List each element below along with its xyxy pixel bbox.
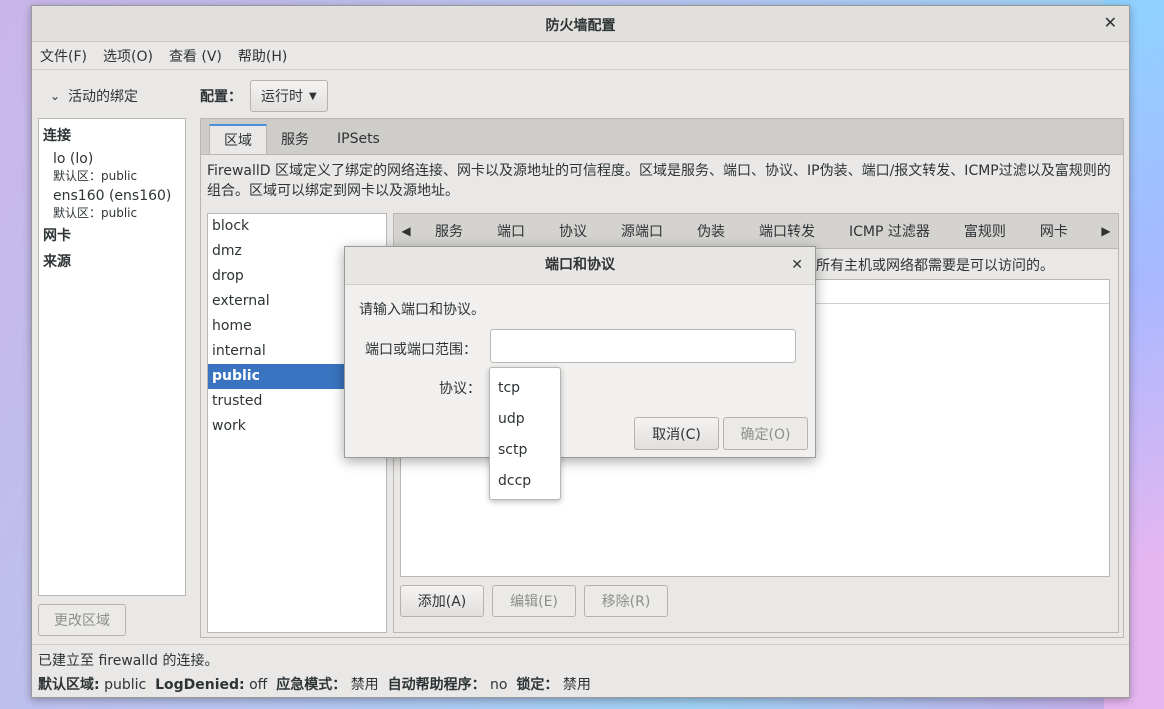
subtab-masquerade[interactable]: 伪装 bbox=[680, 221, 742, 241]
subtab-interfaces[interactable]: 网卡 bbox=[1023, 221, 1085, 241]
sources-header[interactable]: 来源 bbox=[43, 251, 181, 271]
active-bindings-panel: ⌄ 活动的绑定 连接 lo (lo) 默认区：public ens160 (en… bbox=[38, 78, 194, 638]
protocol-option-tcp[interactable]: tcp bbox=[490, 373, 560, 404]
remove-button[interactable]: 移除(R) bbox=[584, 585, 668, 617]
protocol-label: 协议： bbox=[439, 381, 481, 397]
protocol-dropdown-menu: tcp udp sctp dccp bbox=[489, 367, 561, 500]
config-value: 运行时 bbox=[261, 89, 303, 105]
menu-file[interactable]: 文件(F) bbox=[40, 46, 87, 66]
tab-services[interactable]: 服务 bbox=[267, 124, 323, 154]
connection-name: lo (lo) bbox=[53, 151, 94, 167]
panic-value: 禁用 bbox=[350, 677, 379, 693]
scroll-left-icon[interactable]: ◀ bbox=[394, 224, 418, 238]
port-protocol-dialog: 端口和协议 ✕ 请输入端口和协议。 端口或端口范围： 协议： 取消(C) 确定(… bbox=[344, 246, 816, 458]
config-row: 配置： 运行时 ▼ bbox=[200, 78, 1124, 114]
subtab-icmp-filter[interactable]: ICMP 过滤器 bbox=[832, 221, 947, 241]
connection-item[interactable]: lo (lo) 默认区：public bbox=[43, 151, 181, 184]
dialog-titlebar: 端口和协议 ✕ bbox=[345, 247, 815, 285]
change-zone-button[interactable]: 更改区域 bbox=[38, 604, 126, 636]
dialog-title: 端口和协议 bbox=[545, 257, 615, 273]
subtab-protocols[interactable]: 协议 bbox=[542, 221, 604, 241]
bindings-list: 连接 lo (lo) 默认区：public ens160 (ens160) 默认… bbox=[38, 118, 186, 596]
protocol-option-dccp[interactable]: dccp bbox=[490, 466, 560, 497]
subtab-port-forwarding[interactable]: 端口转发 bbox=[742, 221, 832, 241]
port-label: 端口或端口范围： bbox=[365, 342, 477, 358]
subtab-ports[interactable]: 端口 bbox=[480, 221, 542, 241]
protocol-option-udp[interactable]: udp bbox=[490, 404, 560, 435]
default-zone-value: public bbox=[104, 677, 147, 693]
tab-ipsets[interactable]: IPSets bbox=[323, 124, 394, 154]
connections-header[interactable]: 连接 bbox=[43, 125, 181, 145]
connection-item[interactable]: ens160 (ens160) 默认区：public bbox=[43, 188, 181, 221]
ok-button[interactable]: 确定(O) bbox=[723, 417, 808, 450]
scroll-right-icon[interactable]: ▶ bbox=[1094, 224, 1118, 238]
ports-actions: 添加(A) 编辑(E) 移除(R) bbox=[400, 585, 668, 617]
dialog-close-icon[interactable]: ✕ bbox=[791, 247, 803, 283]
titlebar: 防火墙配置 ✕ bbox=[32, 6, 1129, 42]
lock-value: 禁用 bbox=[562, 677, 591, 693]
menu-view[interactable]: 查看 (V) bbox=[169, 46, 222, 66]
cancel-button[interactable]: 取消(C) bbox=[634, 417, 719, 450]
helper-label: 自动帮助程序： bbox=[387, 677, 486, 693]
chevron-down-icon: ⌄ bbox=[50, 89, 61, 103]
tab-zones[interactable]: 区域 bbox=[209, 124, 267, 154]
statusbar: 已建立至 firewalld 的连接。 默认区域: public LogDeni… bbox=[32, 644, 1129, 698]
port-input[interactable] bbox=[490, 329, 796, 363]
config-label: 配置： bbox=[200, 89, 242, 105]
subtab-rich-rules[interactable]: 富规则 bbox=[947, 221, 1023, 241]
menubar: 文件(F) 选项(O) 查看 (V) 帮助(H) bbox=[32, 42, 1129, 70]
dropdown-arrow-icon: ▼ bbox=[309, 90, 317, 102]
panic-label: 应急模式： bbox=[276, 677, 347, 693]
edit-button[interactable]: 编辑(E) bbox=[492, 585, 576, 617]
logdenied-label: LogDenied: bbox=[155, 677, 245, 693]
window-title: 防火墙配置 bbox=[545, 18, 616, 34]
connection-name: ens160 (ens160) bbox=[53, 188, 172, 204]
connection-status: 已建立至 firewalld 的连接。 bbox=[38, 653, 219, 669]
menu-options[interactable]: 选项(O) bbox=[103, 46, 153, 66]
add-button[interactable]: 添加(A) bbox=[400, 585, 484, 617]
connection-zone: 默认区：public bbox=[53, 169, 138, 183]
ports-description: 所有主机或网络都需要是可以访问的。 bbox=[816, 258, 1054, 274]
active-bindings-title: 活动的绑定 bbox=[68, 89, 139, 105]
helper-value: no bbox=[490, 677, 508, 693]
protocol-option-sctp[interactable]: sctp bbox=[490, 435, 560, 466]
zone-subtabs: ◀ 服务 端口 协议 源端口 伪装 端口转发 ICMP 过滤器 富规则 网卡 ▶ bbox=[393, 213, 1119, 249]
menu-help[interactable]: 帮助(H) bbox=[238, 46, 287, 66]
config-dropdown[interactable]: 运行时 ▼ bbox=[250, 80, 328, 112]
subtab-source-ports[interactable]: 源端口 bbox=[604, 221, 680, 241]
status-details: 默认区域: public LogDenied: off 应急模式： 禁用 自动帮… bbox=[38, 673, 1123, 697]
connection-zone: 默认区：public bbox=[53, 206, 138, 220]
close-icon[interactable]: ✕ bbox=[1104, 13, 1117, 32]
nic-header[interactable]: 网卡 bbox=[43, 225, 181, 245]
dialog-prompt: 请输入端口和协议。 bbox=[359, 302, 485, 318]
tab-bar: 区域 服务 IPSets bbox=[201, 119, 1123, 155]
zone-description: FirewallD 区域定义了绑定的网络连接、网卡以及源地址的可信程度。区域是服… bbox=[207, 163, 1111, 199]
lock-label: 锁定： bbox=[516, 677, 559, 693]
default-zone-label: 默认区域: bbox=[38, 677, 100, 693]
active-bindings-expander[interactable]: ⌄ 活动的绑定 bbox=[38, 78, 194, 114]
zone-item-block[interactable]: block bbox=[208, 214, 386, 239]
logdenied-value: off bbox=[249, 677, 268, 693]
subtab-services[interactable]: 服务 bbox=[418, 221, 480, 241]
